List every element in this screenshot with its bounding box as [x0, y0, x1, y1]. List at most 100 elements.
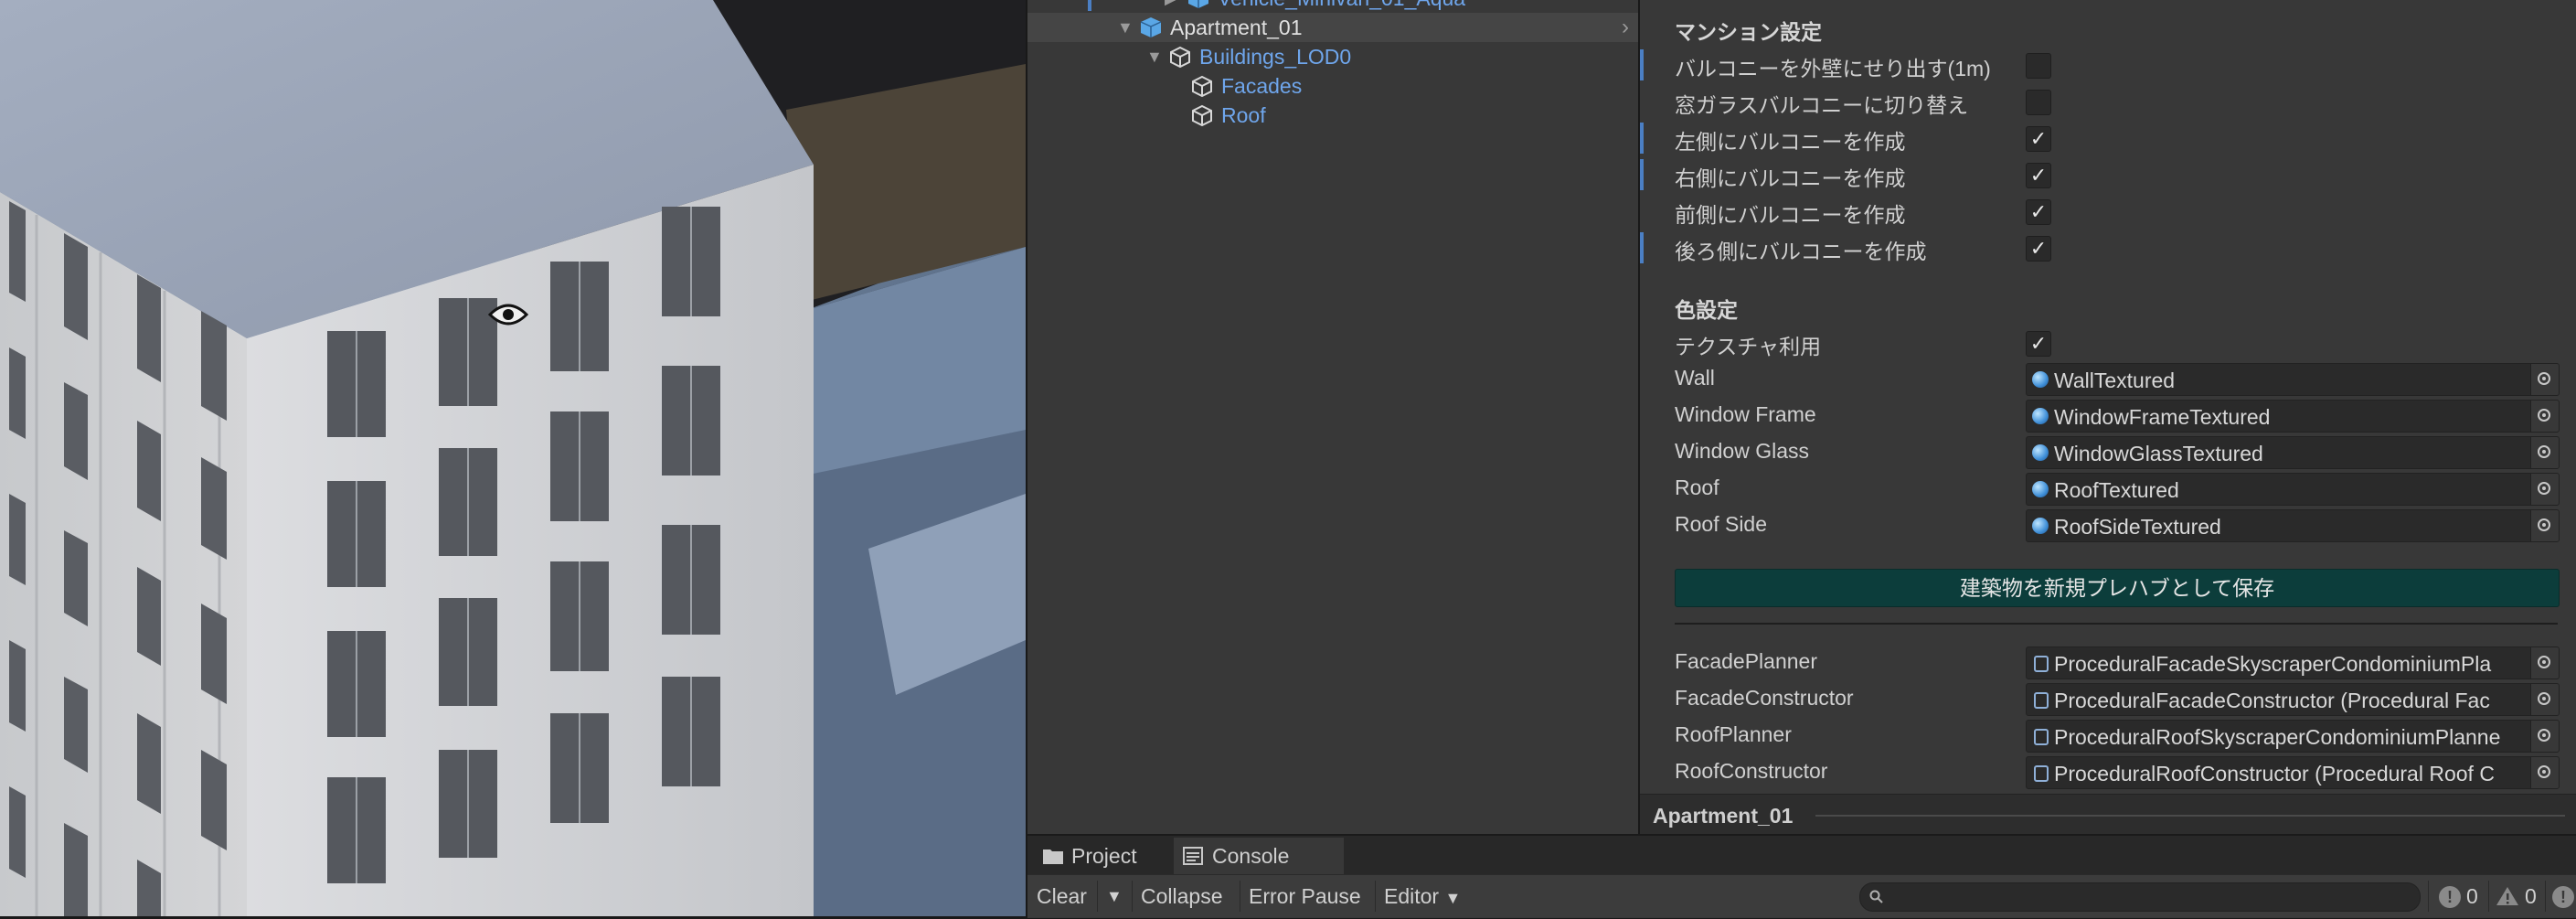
roof-constructor-field[interactable]: ProceduralRoofConstructor (Procedural Ro…: [2026, 756, 2560, 789]
tab-project[interactable]: Project: [1035, 838, 1168, 874]
balcony-extend-label: バルコニーを外壁にせり出す(1m): [1675, 57, 1991, 80]
roof-constructor-row: RoofConstructor ProceduralRoofConstructo…: [1640, 753, 2576, 790]
object-picker-icon[interactable]: [2530, 401, 2559, 432]
collapse-arrow-icon[interactable]: ▼: [1146, 48, 1163, 67]
roof-planner-field[interactable]: ProceduralRoofSkyscraperCondominiumPlann…: [2026, 720, 2560, 753]
roof-side-material-row: Roof Side RoofSideTextured: [1640, 507, 2576, 543]
facade-planner-field[interactable]: ProceduralFacadeSkyscraperCondominiumPla: [2026, 647, 2560, 679]
object-picker-icon[interactable]: [2530, 364, 2559, 395]
console-panel: Project Console Clear ▼ Collapse Error P…: [1027, 834, 2576, 918]
hierarchy-item-label: Buildings_LOD0: [1199, 44, 1352, 69]
facade-planner-value: ProceduralFacadeSkyscraperCondominiumPla: [2054, 652, 2492, 676]
roof-side-material-field[interactable]: RoofSideTextured: [2026, 509, 2560, 542]
object-picker-icon[interactable]: [2530, 721, 2559, 752]
modified-marker: [1640, 123, 1644, 154]
checkmark-icon: ✓: [2029, 237, 2048, 260]
hierarchy-item-label: Vehicle_Minivan_01_Aqua: [1218, 0, 1465, 11]
roof-side-material-value: RoofSideTextured: [2054, 515, 2221, 539]
object-picker-icon[interactable]: [2530, 510, 2559, 541]
expand-arrow-icon[interactable]: ▶: [1165, 0, 1177, 8]
roof-side-material-label: Roof Side: [1675, 512, 1768, 536]
window-frame-material-value: WindowFrameTextured: [2054, 405, 2271, 429]
object-picker-icon[interactable]: [2530, 757, 2559, 788]
window-glass-material-field[interactable]: WindowGlassTextured: [2026, 436, 2560, 469]
info-count: 0: [2466, 884, 2478, 908]
clear-button[interactable]: Clear: [1037, 875, 1087, 917]
save-as-prefab-button[interactable]: 建築物を新規プレハブとして保存: [1675, 569, 2560, 607]
wall-material-row: Wall WallTextured: [1640, 360, 2576, 397]
glass-balcony-row: 窓ガラスバルコニーに切り替え: [1640, 82, 2576, 119]
use-texture-row: テクスチャ利用 ✓: [1640, 324, 2576, 360]
facade-planner-label: FacadePlanner: [1675, 649, 1817, 673]
right-balcony-label: 右側にバルコニーを作成: [1675, 166, 1906, 190]
glass-balcony-checkbox[interactable]: [2026, 90, 2051, 115]
error-icon[interactable]: !: [2552, 886, 2574, 908]
tab-console[interactable]: Console: [1174, 838, 1344, 874]
roof-material-row: Roof RoofTextured: [1640, 470, 2576, 507]
object-picker-icon[interactable]: [2530, 437, 2559, 468]
search-input[interactable]: [1859, 882, 2421, 912]
warning-icon[interactable]: [2496, 885, 2519, 907]
collapse-arrow-icon[interactable]: ▼: [1117, 18, 1134, 37]
checkmark-icon: ✓: [2029, 127, 2048, 150]
script-icon: [2034, 656, 2049, 672]
window-glass-material-value: WindowGlassTextured: [2054, 442, 2263, 465]
toolbar-separator: [2428, 881, 2429, 912]
mansion-settings-header: マンション設定: [1675, 20, 1822, 44]
prefab-cube-icon: [1188, 0, 1208, 8]
right-balcony-row: 右側にバルコニーを作成 ✓: [1640, 155, 2576, 192]
editor-dropdown[interactable]: Editor ▼: [1384, 875, 1461, 917]
roof-constructor-value: ProceduralRoofConstructor (Procedural Ro…: [2054, 762, 2495, 785]
modified-marker: [1640, 159, 1644, 190]
left-balcony-checkbox[interactable]: ✓: [2026, 126, 2051, 152]
script-icon: [2034, 692, 2049, 709]
clear-dropdown-arrow-icon[interactable]: ▼: [1106, 875, 1123, 917]
modified-marker: [1640, 232, 1644, 263]
wall-material-field[interactable]: WallTextured: [2026, 363, 2560, 396]
balcony-extend-row: バルコニーを外壁にせり出す(1m): [1640, 46, 2576, 82]
balcony-extend-checkbox[interactable]: [2026, 53, 2051, 79]
scene-view[interactable]: [0, 0, 1026, 916]
object-picker-icon[interactable]: [2530, 647, 2559, 679]
checkmark-icon: ✓: [2029, 200, 2048, 223]
window-frame-material-row: Window Frame WindowFrameTextured: [1640, 397, 2576, 433]
chevron-right-icon[interactable]: ›: [1622, 15, 1629, 40]
script-icon: [2034, 729, 2049, 745]
front-balcony-row: 前側にバルコニーを作成 ✓: [1640, 192, 2576, 229]
roof-planner-label: RoofPlanner: [1675, 722, 1792, 746]
facade-constructor-row: FacadeConstructor ProceduralFacadeConstr…: [1640, 680, 2576, 717]
prefab-cube-icon: [1140, 17, 1162, 37]
right-balcony-checkbox[interactable]: ✓: [2026, 163, 2051, 188]
window-glass-material-label: Window Glass: [1675, 439, 1809, 463]
use-texture-label: テクスチャ利用: [1675, 335, 1822, 358]
toolbar-separator: [1375, 881, 1376, 912]
prefab-cube-icon: [1192, 104, 1212, 127]
hierarchy-item-buildings-lod0[interactable]: ▼ Buildings_LOD0: [1027, 42, 1638, 71]
info-icon[interactable]: !: [2439, 886, 2461, 908]
roof-material-field[interactable]: RoofTextured: [2026, 473, 2560, 506]
window-frame-material-field[interactable]: WindowFrameTextured: [2026, 400, 2560, 433]
hierarchy-item-roof[interactable]: Roof: [1027, 101, 1638, 130]
hierarchy-item-apartment[interactable]: ▼ Apartment_01 ›: [1027, 13, 1638, 42]
toolbar-separator: [1097, 881, 1098, 912]
eye-icon[interactable]: [488, 302, 528, 327]
error-pause-button[interactable]: Error Pause: [1249, 875, 1361, 917]
back-balcony-checkbox[interactable]: ✓: [2026, 236, 2051, 262]
roof-planner-value: ProceduralRoofSkyscraperCondominiumPlann…: [2054, 725, 2501, 749]
material-sphere-icon: [2032, 408, 2049, 424]
hierarchy-item-label: Apartment_01: [1170, 15, 1303, 39]
toolbar-separator: [1132, 881, 1133, 912]
wall-material-value: WallTextured: [2054, 369, 2176, 392]
hierarchy-item-vehicle[interactable]: ▶ Vehicle_Minivan_01_Aqua: [1027, 0, 1638, 13]
object-picker-icon[interactable]: [2530, 474, 2559, 505]
roof-constructor-label: RoofConstructor: [1675, 759, 1828, 783]
use-texture-checkbox[interactable]: ✓: [2026, 331, 2051, 357]
front-balcony-checkbox[interactable]: ✓: [2026, 199, 2051, 225]
hierarchy-item-label: Facades: [1221, 73, 1303, 98]
object-picker-icon[interactable]: [2530, 684, 2559, 715]
collapse-button[interactable]: Collapse: [1141, 875, 1223, 917]
hierarchy-item-facades[interactable]: Facades: [1027, 71, 1638, 101]
facade-constructor-field[interactable]: ProceduralFacadeConstructor (Procedural …: [2026, 683, 2560, 716]
tab-console-label: Console: [1212, 843, 1290, 868]
script-icon: [2034, 765, 2049, 782]
